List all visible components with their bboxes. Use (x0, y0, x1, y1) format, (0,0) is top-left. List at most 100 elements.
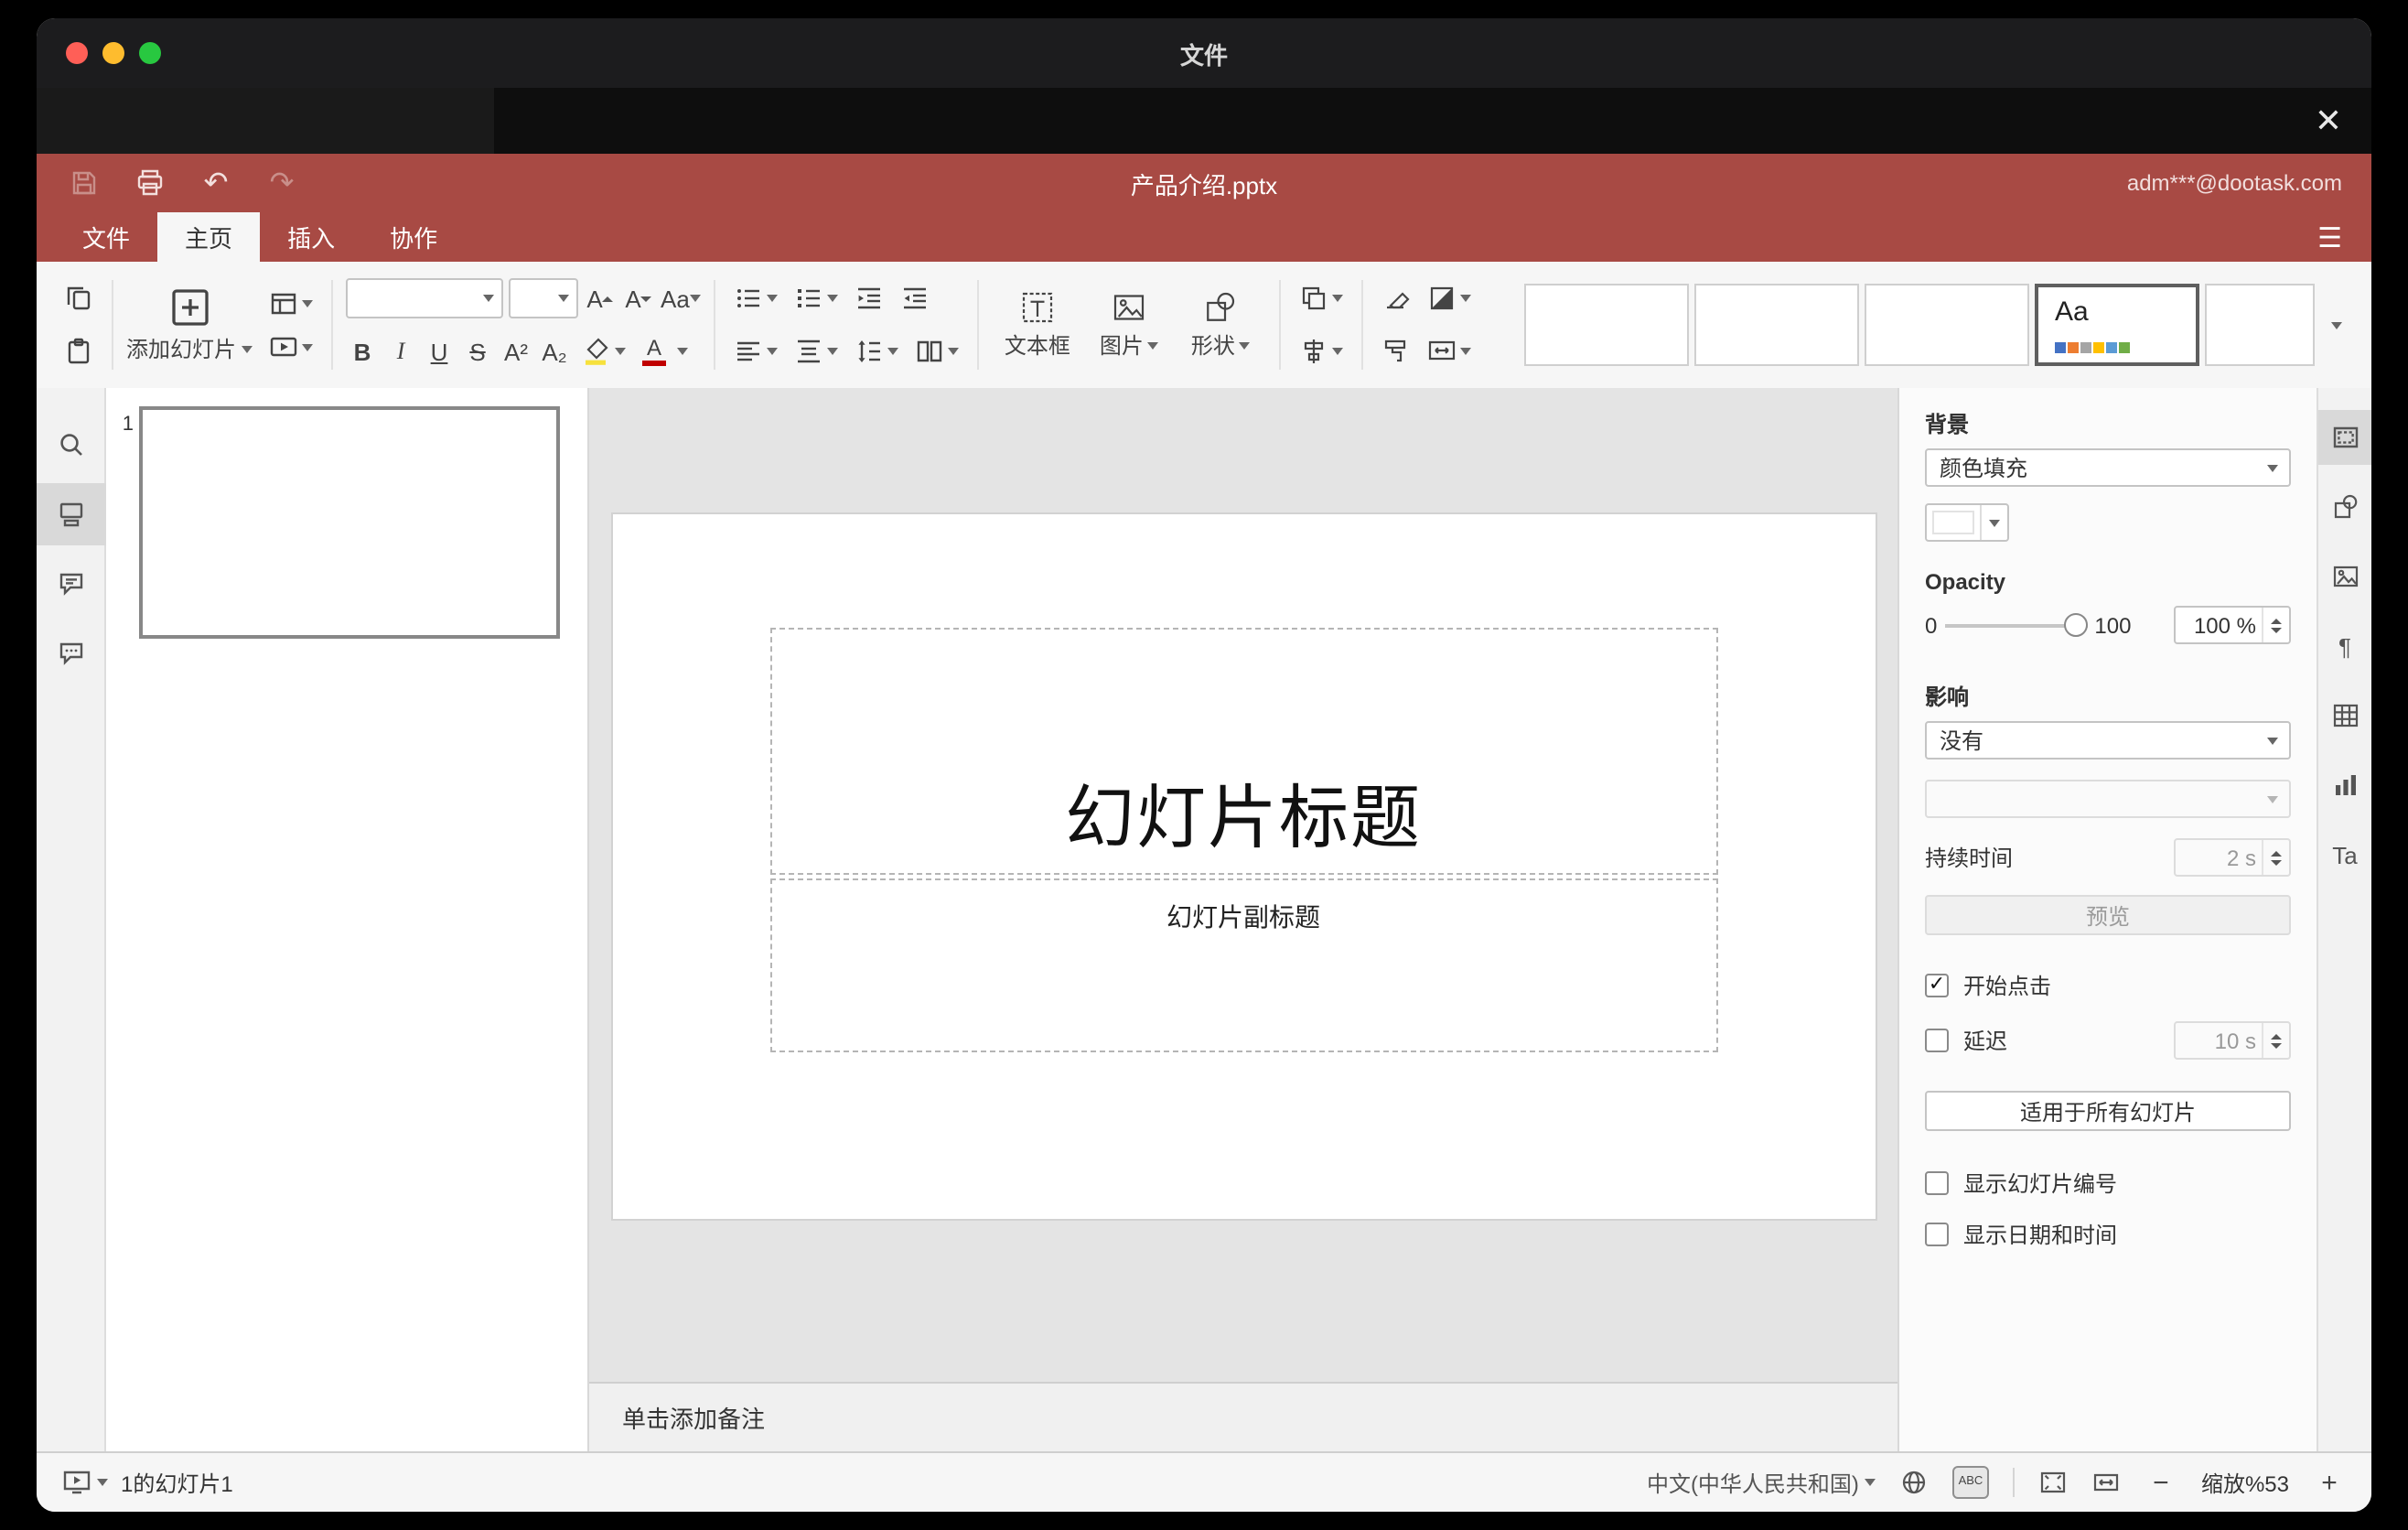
numbering-button[interactable] (789, 280, 844, 317)
change-case-button[interactable]: Aa (661, 278, 701, 318)
insert-shape-button[interactable]: 形状 (1175, 262, 1266, 388)
decrease-indent-button[interactable] (849, 280, 889, 317)
add-slide-button[interactable]: 添加幻灯片 (126, 262, 253, 388)
show-datetime-checkbox[interactable] (1925, 1223, 1949, 1246)
spin-up-icon[interactable] (2271, 1033, 2282, 1039)
opacity-value-field[interactable]: 100 % (2174, 606, 2291, 644)
slider-knob[interactable] (2063, 613, 2088, 637)
save-icon[interactable] (66, 165, 102, 201)
hamburger-menu-icon[interactable]: ☰ (2306, 221, 2353, 253)
slide-size-button[interactable] (1422, 333, 1477, 370)
font-size-combo[interactable] (509, 278, 579, 318)
preview-button[interactable]: 预览 (1925, 895, 2291, 935)
slide[interactable]: 幻灯片标题 幻灯片副标题 (612, 514, 1875, 1219)
vertical-align-button[interactable] (789, 333, 844, 370)
spin-up-icon[interactable] (2271, 850, 2282, 856)
font-name-combo[interactable] (346, 278, 504, 318)
chart-settings-icon[interactable] (2317, 758, 2371, 813)
subscript-button[interactable]: A₂ (538, 331, 571, 372)
duration-field[interactable]: 2 s (2174, 838, 2291, 877)
spell-check-icon[interactable]: ABC (1951, 1466, 1989, 1499)
spin-down-icon[interactable] (2271, 859, 2282, 865)
redo-icon[interactable]: ↷ (263, 165, 300, 201)
delay-field[interactable]: 10 s (2174, 1021, 2291, 1060)
superscript-button[interactable]: A² (500, 331, 532, 372)
line-spacing-button[interactable] (849, 333, 904, 370)
close-icon[interactable]: ✕ (2315, 104, 2342, 137)
undo-icon[interactable]: ↶ (198, 165, 234, 201)
effect-dropdown[interactable]: 没有 (1925, 721, 2291, 760)
arrange-shape-button[interactable] (1294, 280, 1349, 317)
image-settings-icon[interactable] (2317, 549, 2371, 604)
zoom-window-button[interactable] (139, 42, 161, 64)
start-slideshow-status-button[interactable] (62, 1468, 108, 1497)
theme-thumbnail-3[interactable] (1865, 284, 2029, 366)
tab-collaboration[interactable]: 协作 (362, 212, 465, 262)
opacity-slider[interactable] (1944, 613, 2088, 637)
copy-style-button[interactable] (1376, 333, 1416, 370)
close-window-button[interactable] (66, 42, 88, 64)
spin-up-icon[interactable] (2271, 618, 2282, 623)
delay-checkbox[interactable] (1925, 1029, 1949, 1052)
text-art-settings-icon[interactable]: Ta (2317, 827, 2371, 882)
italic-button[interactable]: I (384, 331, 417, 372)
theme-thumbnail-selected[interactable]: Aa (2035, 284, 2199, 366)
bullets-button[interactable] (728, 280, 783, 317)
search-icon[interactable] (37, 414, 105, 476)
insert-image-button[interactable]: 图片 (1083, 262, 1175, 388)
spin-down-icon[interactable] (2271, 1042, 2282, 1048)
zoom-in-button[interactable]: + (2313, 1467, 2346, 1498)
language-selector[interactable]: 中文(中华人民共和国) (1647, 1467, 1876, 1498)
background-fill-dropdown[interactable]: 颜色填充 (1925, 448, 2291, 487)
increase-font-size-button[interactable]: A (584, 278, 617, 318)
highlight-color-button[interactable] (576, 333, 631, 370)
comments-icon[interactable] (37, 553, 105, 615)
tab-insert[interactable]: 插入 (260, 212, 362, 262)
theme-gallery-expand-button[interactable] (2320, 284, 2353, 366)
copy-icon[interactable] (59, 280, 99, 317)
document-language-icon[interactable] (1899, 1468, 1929, 1497)
theme-thumbnail-2[interactable] (1694, 284, 1859, 366)
title-placeholder[interactable]: 幻灯片标题 (769, 628, 1717, 875)
print-icon[interactable] (132, 165, 168, 201)
theme-thumbnail-1[interactable] (1524, 284, 1689, 366)
paste-icon[interactable] (59, 333, 99, 370)
apply-to-all-slides-button[interactable]: 适用于所有幻灯片 (1925, 1091, 2291, 1131)
clear-style-button[interactable] (1376, 280, 1416, 317)
align-shape-button[interactable] (1294, 333, 1349, 370)
strikeout-button[interactable]: S (461, 331, 494, 372)
zoom-out-button[interactable]: − (2145, 1467, 2177, 1498)
chat-icon[interactable] (37, 622, 105, 684)
paragraph-settings-icon[interactable]: ¶ (2317, 619, 2371, 673)
horizontal-align-button[interactable] (728, 333, 783, 370)
start-on-click-checkbox[interactable]: ✓ (1925, 974, 1949, 997)
slide-fill-button[interactable] (1422, 280, 1477, 317)
slide-layout-button[interactable] (263, 285, 318, 321)
insert-columns-button[interactable] (909, 333, 964, 370)
tab-home[interactable]: 主页 (157, 212, 261, 262)
background-color-picker[interactable] (1925, 503, 2009, 542)
slide-settings-icon[interactable] (2317, 410, 2371, 465)
decrease-font-size-button[interactable]: A (622, 278, 655, 318)
start-slideshow-button[interactable] (263, 329, 318, 365)
insert-textbox-button[interactable]: 文本框 (992, 262, 1083, 388)
subtitle-placeholder[interactable]: 幻灯片副标题 (769, 878, 1717, 1052)
notes-area[interactable]: 单击添加备注 (589, 1382, 1897, 1451)
fit-to-slide-icon[interactable] (2038, 1468, 2068, 1497)
title-placeholder-text: 幻灯片标题 (1064, 781, 1422, 858)
spin-down-icon[interactable] (2271, 627, 2282, 632)
table-settings-icon[interactable] (2317, 688, 2371, 743)
slide-thumbnail[interactable] (139, 406, 560, 639)
font-color-button[interactable]: A (637, 334, 672, 369)
tab-file[interactable]: 文件 (55, 212, 157, 262)
fit-to-width-icon[interactable] (2091, 1468, 2121, 1497)
shape-settings-icon[interactable] (2317, 479, 2371, 534)
effect-type-dropdown[interactable] (1925, 780, 2291, 818)
slides-panel-icon[interactable] (37, 483, 105, 545)
theme-thumbnail-5[interactable] (2205, 284, 2315, 366)
increase-indent-button[interactable] (895, 280, 935, 317)
minimize-window-button[interactable] (102, 42, 124, 64)
underline-button[interactable]: U (423, 331, 456, 372)
bold-button[interactable]: B (346, 331, 379, 372)
show-slide-number-checkbox[interactable] (1925, 1171, 1949, 1195)
